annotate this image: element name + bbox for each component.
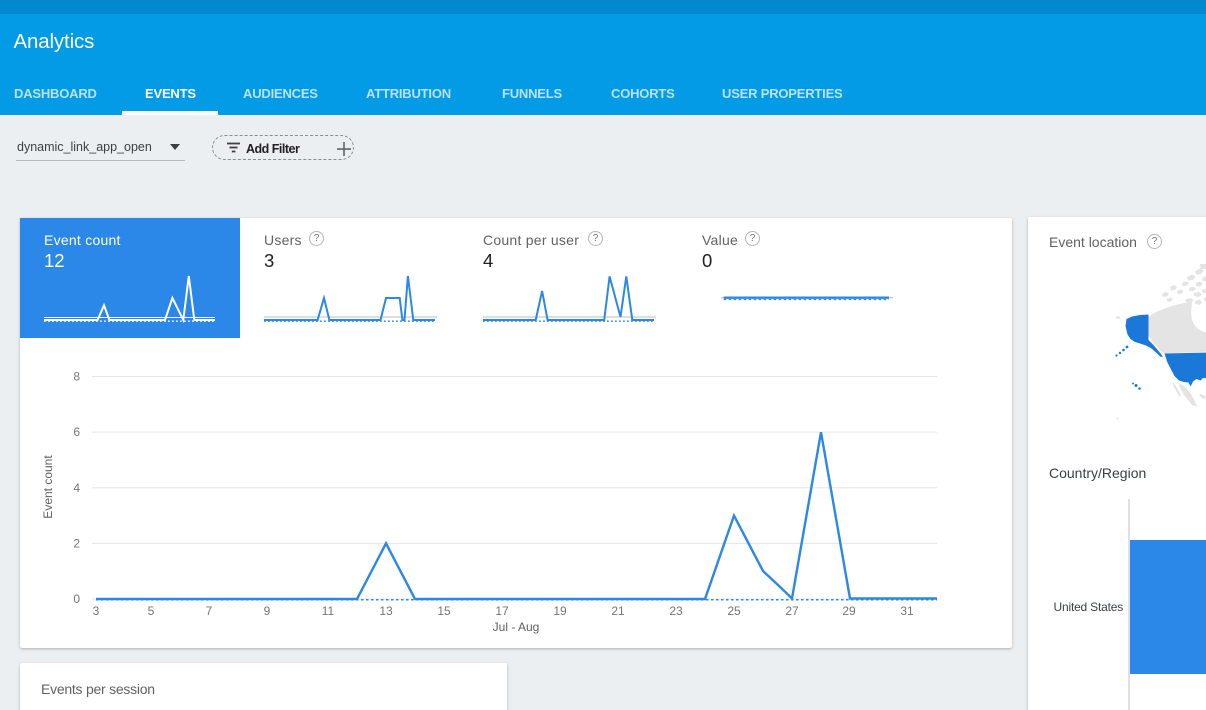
svg-text:25: 25 [727, 604, 741, 618]
svg-text:17: 17 [495, 604, 509, 618]
svg-text:2: 2 [73, 536, 80, 550]
svg-text:29: 29 [842, 604, 856, 618]
svg-text:4: 4 [73, 481, 80, 495]
svg-text:3: 3 [93, 604, 100, 618]
svg-text:31: 31 [900, 604, 914, 618]
svg-text:13: 13 [379, 604, 393, 618]
svg-text:6: 6 [73, 425, 80, 439]
svg-text:15: 15 [437, 604, 451, 618]
svg-text:Jul - Aug: Jul - Aug [493, 620, 540, 634]
svg-text:9: 9 [264, 604, 271, 618]
svg-text:Event count: Event count [41, 455, 55, 519]
svg-text:7: 7 [206, 604, 213, 618]
svg-text:5: 5 [148, 604, 155, 618]
svg-text:23: 23 [669, 604, 683, 618]
svg-text:27: 27 [785, 604, 799, 618]
svg-text:19: 19 [553, 604, 567, 618]
svg-text:21: 21 [611, 604, 625, 618]
svg-text:8: 8 [73, 370, 80, 384]
svg-text:0: 0 [73, 592, 80, 606]
svg-text:11: 11 [322, 604, 335, 618]
